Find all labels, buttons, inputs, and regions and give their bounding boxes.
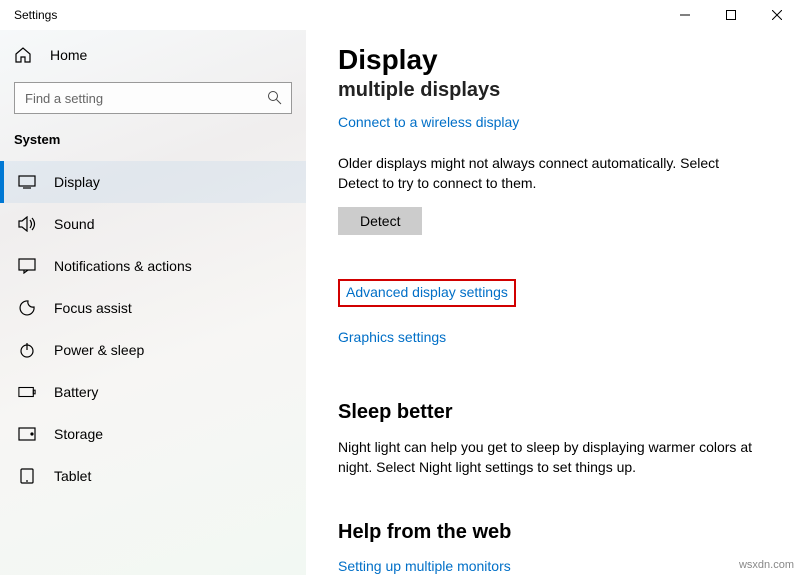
link-connect-wireless-display[interactable]: Connect to a wireless display [338,114,519,130]
display-icon [18,173,36,191]
close-icon [772,10,782,20]
detect-button[interactable]: Detect [338,207,422,235]
sidebar-item-sound[interactable]: Sound [0,203,306,245]
sidebar-item-display[interactable]: Display [0,161,306,203]
sidebar-item-label: Display [54,174,100,190]
sidebar-item-focus-assist[interactable]: Focus assist [0,287,306,329]
sidebar-home-label: Home [50,47,87,63]
power-icon [18,341,36,359]
close-button[interactable] [754,0,800,30]
sidebar-item-label: Sound [54,216,94,232]
content-pane: Display multiple displays Connect to a w… [306,30,800,575]
sidebar-list: Display Sound Notifications & actions [0,161,306,497]
maximize-icon [726,10,736,20]
storage-icon [18,425,36,443]
search-input[interactable] [14,82,292,114]
sidebar-item-tablet[interactable]: Tablet [0,455,306,497]
home-icon [14,46,32,64]
highlight-advanced-display: Advanced display settings [338,279,516,307]
sidebar-item-notifications[interactable]: Notifications & actions [0,245,306,287]
page-title: Display [338,44,752,76]
minimize-icon [680,10,690,20]
search-container [14,82,292,114]
heading-sleep-better: Sleep better [338,401,752,424]
sound-icon [18,215,36,233]
detect-description: Older displays might not always connect … [338,154,752,193]
focus-assist-icon [18,299,36,317]
sidebar-home[interactable]: Home [0,40,306,70]
link-help-multiple-monitors[interactable]: Setting up multiple monitors [338,558,511,574]
sidebar-item-label: Tablet [54,468,91,484]
sidebar-item-power-sleep[interactable]: Power & sleep [0,329,306,371]
link-graphics-settings[interactable]: Graphics settings [338,329,446,345]
partial-section-heading: multiple displays [338,78,752,100]
tablet-icon [18,467,36,485]
heading-help-from-web: Help from the web [338,521,752,544]
minimize-button[interactable] [662,0,708,30]
sidebar-item-label: Battery [54,384,98,400]
sidebar-item-storage[interactable]: Storage [0,413,306,455]
sidebar-section-label: System [0,132,306,161]
sidebar-item-label: Notifications & actions [54,258,192,274]
search-icon [267,90,282,110]
sidebar-item-battery[interactable]: Battery [0,371,306,413]
link-advanced-display-settings[interactable]: Advanced display settings [346,284,508,300]
sidebar: Home System Display [0,30,306,575]
window-controls [662,0,800,30]
maximize-button[interactable] [708,0,754,30]
titlebar: Settings [0,0,800,30]
sidebar-item-label: Power & sleep [54,342,144,358]
sidebar-item-label: Focus assist [54,300,132,316]
notifications-icon [18,257,36,275]
sleep-description: Night light can help you get to sleep by… [338,438,752,477]
window-title: Settings [14,8,57,22]
sidebar-item-label: Storage [54,426,103,442]
watermark: wsxdn.com [739,559,794,571]
battery-icon [18,383,36,401]
